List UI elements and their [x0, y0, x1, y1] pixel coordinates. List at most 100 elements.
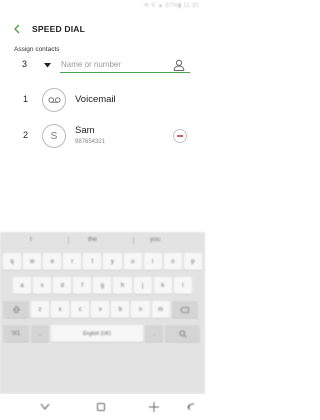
- key-m[interactable]: m: [151, 301, 170, 318]
- home-icon: [149, 402, 159, 412]
- shift-icon: [12, 306, 20, 313]
- key-label: r: [71, 258, 74, 265]
- status-text: ✉ ⚲ ▲ 57%▮ 11:30: [143, 3, 199, 9]
- suggestion-divider: [133, 237, 134, 244]
- key-h[interactable]: h: [113, 277, 132, 294]
- key-label: i: [152, 258, 154, 265]
- key-n[interactable]: n: [131, 301, 150, 318]
- key-v[interactable]: v: [91, 301, 110, 318]
- key-d[interactable]: d: [53, 277, 72, 294]
- key-label: b: [118, 306, 123, 313]
- key-g[interactable]: g: [93, 277, 112, 294]
- symbols-key[interactable]: !#1: [3, 325, 29, 342]
- key-e[interactable]: e: [43, 253, 62, 270]
- shift-key[interactable]: [3, 301, 29, 318]
- key-label: k: [161, 282, 165, 289]
- key-label: q: [10, 258, 14, 265]
- key-o[interactable]: o: [163, 253, 182, 270]
- key-q[interactable]: q: [3, 253, 22, 270]
- back-nav-button[interactable]: [183, 399, 199, 415]
- key-label: v: [98, 306, 102, 313]
- name-or-number-input[interactable]: [60, 57, 190, 73]
- key-label: p: [191, 258, 195, 265]
- key-p[interactable]: p: [183, 253, 202, 270]
- key-t[interactable]: t: [83, 253, 102, 270]
- key-x[interactable]: x: [51, 301, 70, 318]
- app-header: SPEED DIAL: [0, 14, 205, 44]
- contact-name: Voicemail: [75, 94, 116, 105]
- key-label: g: [100, 282, 105, 289]
- suggestion-bar: t the you: [0, 232, 205, 248]
- suggestion-item[interactable]: the: [88, 236, 97, 243]
- space-key[interactable]: English (UK): [51, 325, 143, 342]
- period-key[interactable]: .: [145, 325, 163, 342]
- key-label: f: [81, 282, 84, 289]
- suggestion-item[interactable]: you: [150, 236, 160, 243]
- key-label: !#1: [11, 330, 21, 337]
- space-label: English (UK): [82, 330, 112, 337]
- back-button[interactable]: [4, 14, 30, 44]
- back-arrow-icon: [14, 24, 20, 34]
- key-label: c: [78, 306, 82, 313]
- key-row-3: z x c v b n m: [3, 301, 198, 318]
- recent-apps-icon: [97, 403, 105, 411]
- key-a[interactable]: a: [13, 277, 32, 294]
- key-label: m: [158, 306, 164, 313]
- avatar: S: [42, 124, 66, 148]
- avatar: [42, 88, 66, 112]
- search-key[interactable]: [165, 325, 200, 342]
- remove-button[interactable]: [173, 129, 187, 143]
- key-label: a: [20, 282, 24, 289]
- key-label: j: [141, 282, 144, 289]
- home-button[interactable]: [146, 399, 162, 415]
- key-label: s: [40, 282, 44, 289]
- key-k[interactable]: k: [153, 277, 172, 294]
- status-bar: ✉ ⚲ ▲ 57%▮ 11:30: [0, 0, 205, 12]
- key-label: ,: [39, 330, 41, 337]
- key-label: o: [171, 258, 175, 265]
- speed-dial-row-voicemail[interactable]: 1 Voicemail: [0, 84, 205, 118]
- contact-number: 987654321: [75, 139, 106, 145]
- key-label: x: [58, 306, 62, 313]
- dropdown-triangle-icon: [43, 62, 51, 67]
- assign-contacts-row: 3: [0, 55, 205, 75]
- key-b[interactable]: b: [111, 301, 130, 318]
- key-label: e: [50, 258, 54, 265]
- key-label: l: [182, 282, 184, 289]
- key-z[interactable]: z: [31, 301, 50, 318]
- key-j[interactable]: j: [133, 277, 152, 294]
- person-icon: [173, 59, 185, 71]
- key-row-1: q w e r t y u i o p: [3, 253, 202, 270]
- nav-down-icon: [40, 403, 50, 410]
- key-l[interactable]: l: [173, 277, 192, 294]
- voicemail-icon: [47, 97, 61, 103]
- key-w[interactable]: w: [23, 253, 42, 270]
- hide-keyboard-button[interactable]: [37, 399, 53, 415]
- key-c[interactable]: c: [71, 301, 90, 318]
- key-f[interactable]: f: [73, 277, 92, 294]
- suggestion-divider: [68, 237, 69, 244]
- search-icon: [178, 329, 187, 338]
- comma-key[interactable]: ,: [31, 325, 49, 342]
- key-s[interactable]: s: [33, 277, 52, 294]
- slot-dropdown-button[interactable]: [42, 61, 52, 69]
- key-label: n: [138, 306, 143, 313]
- key-y[interactable]: y: [103, 253, 122, 270]
- contact-picker-button[interactable]: [172, 58, 186, 72]
- key-r[interactable]: r: [63, 253, 82, 270]
- key-u[interactable]: u: [123, 253, 142, 270]
- remove-icon: [177, 135, 183, 137]
- key-row-2: a s d f g h j k l: [13, 277, 192, 294]
- backspace-key[interactable]: [171, 301, 198, 318]
- recent-apps-button[interactable]: [93, 399, 109, 415]
- key-i[interactable]: i: [143, 253, 162, 270]
- row-index: 1: [23, 94, 29, 104]
- contact-name: Sam: [75, 125, 95, 136]
- key-label: t: [91, 258, 94, 265]
- key-label: u: [130, 258, 135, 265]
- slot-number-select[interactable]: 3: [22, 59, 27, 69]
- speed-dial-row-sam[interactable]: 2 S Sam 987654321: [0, 118, 205, 156]
- suggestion-item[interactable]: t: [30, 236, 32, 243]
- key-row-4: !#1 , English (UK) .: [3, 325, 200, 342]
- key-label: z: [38, 306, 42, 313]
